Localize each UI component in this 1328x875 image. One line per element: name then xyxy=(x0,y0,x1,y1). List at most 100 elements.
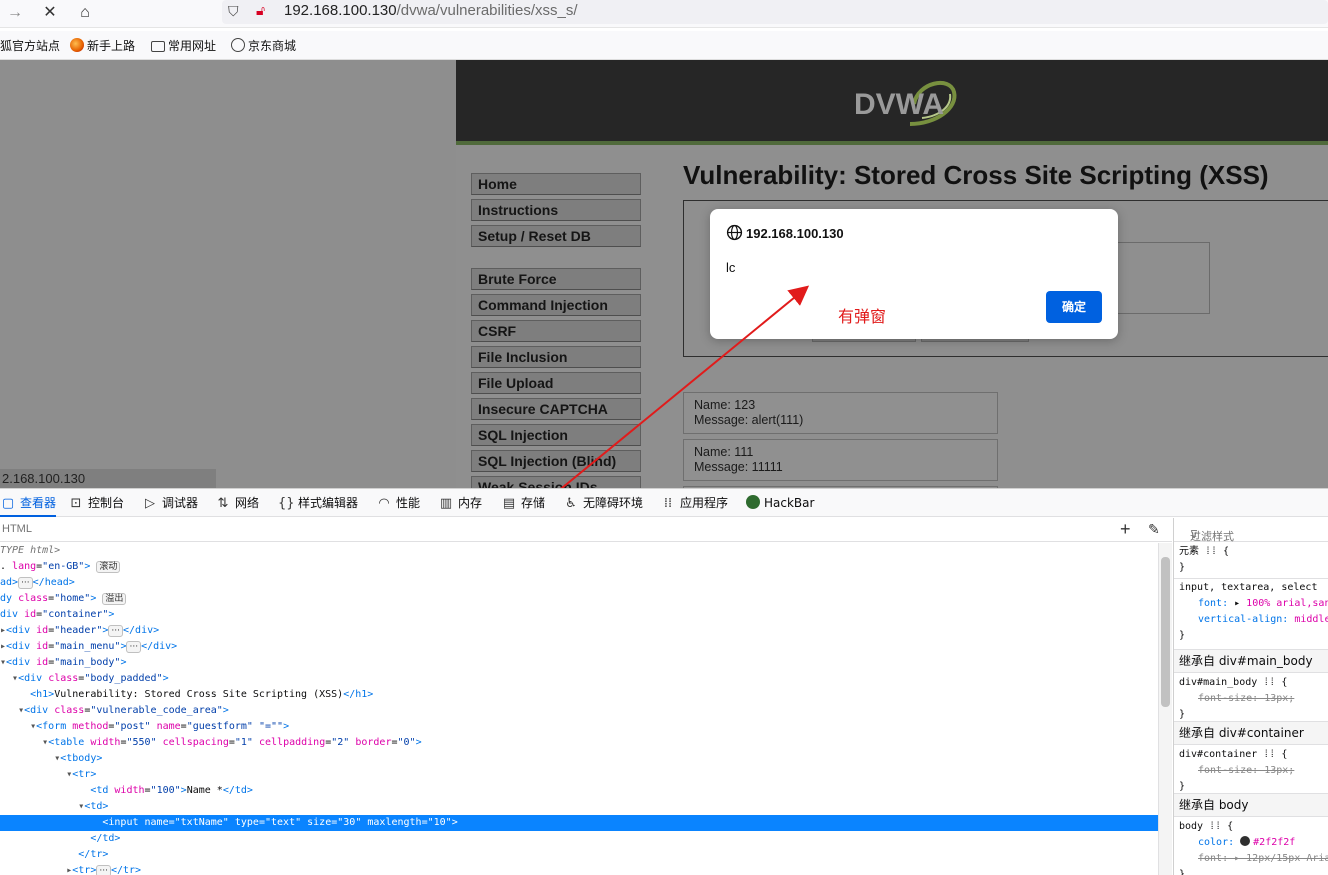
tree-node-container[interactable]: div id="container"> xyxy=(0,607,1158,623)
menu-weak-session-ids[interactable]: Weak Session IDs xyxy=(471,476,641,488)
bookmark-label: 京东商城 xyxy=(248,39,297,53)
tree-node-header[interactable]: ▸<div id="header"> ··· </div> xyxy=(0,623,1158,639)
tab-label: 查看器 xyxy=(20,496,57,510)
insecure-lock-icon[interactable]: 🔓︎ xyxy=(256,2,265,19)
scrollbar-thumb[interactable] xyxy=(1161,557,1170,707)
tree-node-h1[interactable]: <h1>Vulnerability: Stored Cross Site Scr… xyxy=(0,687,1158,703)
alert-message: lc xyxy=(726,260,736,275)
guestbook-entry: Name: 111 Message: 11111 xyxy=(683,439,998,481)
folder-icon xyxy=(151,41,165,52)
tab-console[interactable]: ⊡ 控制台 xyxy=(68,489,124,517)
address-bar[interactable]: ⛉ 🔓︎ 192.168.100.130/dvwa/vulnerabilitie… xyxy=(222,0,1328,24)
tab-memory[interactable]: ▥ 内存 xyxy=(438,489,482,517)
bookmark-getting-started[interactable]: 新手上路 xyxy=(70,37,135,54)
devtools-panel: ▢ 查看器 ⊡ 控制台 ▷ 调试器 ⇅ 网络 {} 样式编辑器 ◠ 性能 ▥ 内存 ▤ 存储 ♿… xyxy=(0,488,1328,875)
rule-font-size-overridden[interactable]: font-size: 13px; xyxy=(1174,691,1328,707)
tab-label: 应用程序 xyxy=(680,496,729,510)
tab-debugger[interactable]: ▷ 调试器 xyxy=(142,489,198,517)
filter-styles-input[interactable]: ⊽ 过滤样式 xyxy=(1174,518,1328,543)
rule-element[interactable]: 元素 ⁞⁞ { xyxy=(1174,544,1328,560)
tree-node-table[interactable]: ▾<table width="550" cellspacing="1" cell… xyxy=(0,735,1158,751)
tree-node-td[interactable]: ▾<td> xyxy=(0,799,1158,815)
tab-inspector[interactable]: ▢ 查看器 xyxy=(0,489,57,517)
tab-style-editor[interactable]: {} 样式编辑器 xyxy=(278,489,358,517)
tree-node-main-body[interactable]: ▾<div id="main_body"> xyxy=(0,655,1158,671)
eyedropper-icon[interactable]: ✎ xyxy=(1148,521,1160,538)
console-icon: ⊡ xyxy=(70,496,82,511)
menu-sql-injection-blind[interactable]: SQL Injection (Blind) xyxy=(471,450,641,472)
tree-node-td-label[interactable]: <td width="100">Name *</td> xyxy=(0,783,1158,799)
tab-hackbar[interactable]: HackBar xyxy=(746,489,814,517)
menu-command-injection[interactable]: Command Injection xyxy=(471,294,641,316)
grid-icon: ⁞⁞ xyxy=(663,496,673,511)
tree-node-tr-collapsed[interactable]: ▸<tr> ··· </tr> xyxy=(0,863,1158,875)
rule-main-body-selector[interactable]: div#main_body ⁞⁞ { xyxy=(1174,675,1328,691)
debugger-icon: ▷ xyxy=(145,496,155,511)
markup-scrollbar[interactable] xyxy=(1158,543,1172,875)
rule-container-selector[interactable]: div#container ⁞⁞ { xyxy=(1174,747,1328,763)
dvwa-header: DVWA xyxy=(456,60,1328,145)
forward-arrow-icon[interactable]: → xyxy=(2,2,28,24)
rule-close: } xyxy=(1179,562,1186,573)
tab-label: 性能 xyxy=(396,496,421,510)
tab-accessibility[interactable]: ♿︎ 无障碍环境 xyxy=(563,489,643,517)
tree-node-td-close[interactable]: </td> xyxy=(0,831,1158,847)
home-icon[interactable]: ⌂ xyxy=(72,2,98,24)
html-search-bar[interactable]: HTML + ✎ xyxy=(0,518,1172,542)
accessibility-icon: ♿︎ xyxy=(565,496,577,511)
tree-node-main-menu[interactable]: ▸<div id="main_menu"> ··· </div> xyxy=(0,639,1158,655)
tree-node-html[interactable]: . lang="en-GB"> 滚动 xyxy=(0,559,1158,575)
firefox-icon xyxy=(70,38,84,52)
rule-vertical-align[interactable]: vertical-align: middle xyxy=(1174,612,1328,628)
tree-node-tr[interactable]: ▾<tr> xyxy=(0,767,1158,783)
tab-label: 样式编辑器 xyxy=(298,496,359,510)
devtools-tabbar: ▢ 查看器 ⊡ 控制台 ▷ 调试器 ⇅ 网络 {} 样式编辑器 ◠ 性能 ▥ 内存 ▤ 存储 ♿… xyxy=(0,489,1328,517)
rule-font-prop[interactable]: font: ▸ 100% arial,sans xyxy=(1174,596,1328,612)
menu-file-upload[interactable]: File Upload xyxy=(471,372,641,394)
tree-node-body-padded[interactable]: ▾<div class="body_padded"> xyxy=(0,671,1158,687)
bookmark-official-site[interactable]: 狐官方站点 xyxy=(0,37,60,54)
tree-node-body[interactable]: dy class="home"> 溢出 xyxy=(0,591,1158,607)
menu-instructions[interactable]: Instructions xyxy=(471,199,641,221)
tab-application[interactable]: ⁞⁞ 应用程序 xyxy=(660,489,728,517)
bookmark-jd-mall[interactable]: 京东商城 xyxy=(231,37,296,54)
braces-icon: {} xyxy=(278,496,295,511)
rule-body-selector[interactable]: body ⁞⁞ { xyxy=(1174,819,1328,835)
add-node-icon[interactable]: + xyxy=(1120,519,1131,540)
menu-insecure-captcha[interactable]: Insecure CAPTCHA xyxy=(471,398,641,420)
tree-node-vulnerable-code-area[interactable]: ▾<div class="vulnerable_code_area"> xyxy=(0,703,1158,719)
menu-home[interactable]: Home xyxy=(471,173,641,195)
svg-text:DVWA: DVWA xyxy=(854,88,944,121)
alert-ok-button[interactable]: 确定 xyxy=(1046,291,1102,323)
menu-csrf[interactable]: CSRF xyxy=(471,320,641,342)
menu-sql-injection[interactable]: SQL Injection xyxy=(471,424,641,446)
tab-network[interactable]: ⇅ 网络 xyxy=(215,489,259,517)
rule-font-size-overridden[interactable]: font-size: 13px; xyxy=(1174,763,1328,779)
tree-node-form[interactable]: ▾<form method="post" name="guestform" "=… xyxy=(0,719,1158,735)
page-viewport: DVWA Home Instructions Setup / Reset DB … xyxy=(0,60,1328,488)
rule-font-overridden[interactable]: font: ▸ 12px/15px Arial xyxy=(1174,851,1328,867)
status-bar-url: 2.168.100.130 xyxy=(0,469,216,488)
menu-brute-force[interactable]: Brute Force xyxy=(471,268,641,290)
color-swatch[interactable] xyxy=(1240,836,1251,846)
tree-node-head[interactable]: ad> ··· </head> xyxy=(0,575,1158,591)
guestbook-message: Message: alert(111) xyxy=(694,413,804,427)
filter-placeholder: 过滤样式 xyxy=(1190,530,1234,543)
rule-close: } xyxy=(1179,630,1186,641)
rule-color[interactable]: color: #2f2f2f xyxy=(1174,835,1328,851)
guestbook-message: Message: 11111 xyxy=(694,460,783,474)
tree-node-doctype[interactable]: TYPE html> xyxy=(0,543,1158,559)
tree-node-tr-close[interactable]: </tr> xyxy=(0,847,1158,863)
stop-loading-icon[interactable]: ✕ xyxy=(37,2,63,24)
tab-storage[interactable]: ▤ 存储 xyxy=(501,489,545,517)
bookmark-common-sites[interactable]: 常用网址 xyxy=(151,37,216,54)
menu-file-inclusion[interactable]: File Inclusion xyxy=(471,346,641,368)
menu-setup-reset-db[interactable]: Setup / Reset DB xyxy=(471,225,641,247)
rule-input-selector[interactable]: input, textarea, select xyxy=(1174,580,1328,596)
url-text[interactable]: 192.168.100.130/dvwa/vulnerabilities/xss… xyxy=(284,2,578,19)
tab-performance[interactable]: ◠ 性能 xyxy=(376,489,420,517)
gauge-icon: ◠ xyxy=(378,496,390,511)
shield-icon[interactable]: ⛉ xyxy=(228,3,239,20)
tree-node-tbody[interactable]: ▾<tbody> xyxy=(0,751,1158,767)
tree-node-input-selected[interactable]: <input name="txtName" type="text" size="… xyxy=(0,815,1158,831)
